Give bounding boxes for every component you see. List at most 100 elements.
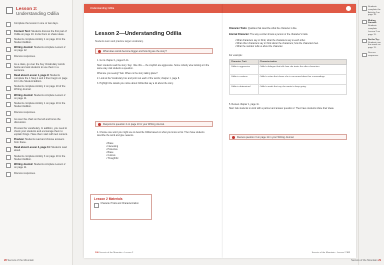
- right-sidebar-footer: Secrets of the Mountain 29: [351, 259, 381, 262]
- checklist-text: Writing Journal: Students complete Lesso…: [14, 94, 68, 100]
- checklist-body: Discuss responses.: [14, 54, 36, 58]
- sidebar-checklist-item[interactable]: Writing Journal: Students complete Lesso…: [6, 94, 68, 100]
- checkbox-icon: [6, 29, 11, 35]
- checklist-body: As a class, go over the Key Vocabulary w…: [14, 62, 65, 72]
- right-checklist-item[interactable]: Writing Journal: Students complete Lesso…: [362, 20, 382, 37]
- checkbox-icon: [6, 110, 11, 116]
- checkbox-icon: [362, 19, 367, 25]
- sidebar-checklist-item[interactable]: Discuss responses.: [6, 55, 68, 61]
- checkbox-icon: [6, 46, 11, 52]
- sidebar-checklist-item[interactable]: Read about Lesson 1, page 9: Students co…: [6, 74, 68, 83]
- bullet-text: What characters say or think; what the c…: [236, 40, 306, 42]
- checkbox-icon: [6, 74, 11, 80]
- checklist-text: Writing Journal: Students complete Lesso…: [368, 20, 382, 37]
- checklist-text: Students complete Activity 1 on page 10 …: [14, 102, 68, 108]
- table-body: Odilia is aggressive Odilia's dialogue th…: [229, 64, 348, 95]
- checklist-body: Students complete the Activity 4 on page…: [368, 6, 381, 17]
- checklist-body: Discuss responses.: [14, 110, 36, 114]
- discussion-callout: What does words become bigger and how bi…: [95, 48, 213, 54]
- teacher-sidebar: Lesson 2: Understanding Odilia Complete …: [0, 0, 73, 265]
- table-row: Odilia is determined Odilia's words that …: [229, 84, 348, 95]
- checklist-text: Read about Lesson 2, page 11: Students r…: [14, 146, 68, 152]
- sidebar-checklist-item[interactable]: Writing Journal: Students complete Lesso…: [6, 46, 68, 52]
- callout-text: Review question 3 on page 11 in your Wri…: [237, 136, 295, 139]
- checklist-text: Writing Journal: Students complete Lesso…: [14, 163, 68, 169]
- checklist-text: Do the Try: Students use the words on pa…: [368, 39, 382, 50]
- sidebar-checklist-item[interactable]: Students complete Activity 3 on page 10 …: [6, 155, 68, 161]
- table-cell: Odilia's words that say she wants to kee…: [257, 84, 348, 95]
- checkbox-icon: [94, 203, 99, 208]
- left-page-banner: Understanding Odilia: [84, 4, 223, 13]
- sidebar-checklist-item[interactable]: Students complete Activity 2 on page 10 …: [6, 85, 68, 91]
- sidebar-checklist-item[interactable]: Students complete Activity 1 on page 10 …: [6, 38, 68, 44]
- right-sidebar-footer-text: Secrets of the Mountain: [351, 259, 378, 262]
- sidebar-checklist-item[interactable]: Connect Text: Students discuss the first…: [6, 30, 68, 36]
- table-row: Odilia is aggressive Odilia's dialogue th…: [229, 64, 348, 75]
- characterization-bullet: • What the narrator tells us about the c…: [235, 46, 284, 49]
- right-sidebar-page-number: 29: [378, 259, 381, 262]
- checklist-body: Discuss responses.: [368, 52, 379, 58]
- checklist-text: Discuss responses.: [14, 111, 36, 116]
- right-footer-text: Secrets of the Mountain • Lesson 2: [311, 252, 346, 254]
- traits-table: Character Trait Characterization Odilia …: [229, 59, 348, 95]
- step-item: 1. Go to chapter 1, pages 8–11.: [97, 60, 130, 62]
- materials-box: Lesson 2 Materials Character Traits and …: [90, 194, 152, 220]
- right-page-number: 101: [346, 252, 350, 254]
- right-page: Character Traits: Qualities that describ…: [223, 4, 356, 258]
- step-5-detail: Start: Ask students to work with a partn…: [229, 108, 335, 110]
- banner-dot-icon: [346, 6, 351, 11]
- checkbox-icon: [362, 38, 367, 44]
- word-text: Interesting: [107, 146, 119, 149]
- checklist-body: Students complete Lesson 2 on page 11.: [368, 25, 380, 36]
- table-cell: Odilia's dialogue that tells how she tre…: [257, 64, 348, 75]
- checklist-text: Writing Journal: Students complete Lesso…: [14, 46, 68, 52]
- right-checklist-item[interactable]: Do the Try: Students use the words on pa…: [362, 39, 382, 50]
- materials-item: Character Traits and Characterization: [94, 203, 148, 208]
- bullet-text: What other characters say or think about…: [236, 43, 319, 46]
- table-cell: Odilia's action that shows she is concer…: [257, 74, 348, 85]
- step-5: 5. Review chapter 1, page 11.: [229, 104, 260, 106]
- checklist-text: Students complete the Activity 4 on page…: [368, 6, 382, 17]
- sidebar-checklist-item[interactable]: Read about Lesson 2, page 11: Students r…: [6, 146, 68, 152]
- table-cell: Odilia is cautious: [229, 74, 259, 85]
- sidebar-checklist-item[interactable]: Students complete Activity 1 on page 10 …: [6, 102, 68, 108]
- right-page-banner: [223, 4, 356, 13]
- checklist-lead: Writing Journal:: [368, 19, 377, 25]
- checklist-text: As a class, go over the Key Vocabulary w…: [14, 63, 68, 72]
- word-bullet-list: • Brave • Interesting • Protective • Brave •…: [106, 143, 118, 162]
- checklist-body: Go over the chart on the left and focus …: [14, 118, 61, 125]
- checklist-body: Students complete Activity 1 on page 10 …: [14, 38, 66, 45]
- checklist-lead: Do the Try:: [368, 38, 380, 41]
- sidebar-checklist-item[interactable]: Preview: Students read and choose answer…: [6, 138, 68, 144]
- checklist-text: Discuss responses.: [14, 55, 36, 60]
- left-page-footer: 100 Secrets of the Mountain • Lesson 2: [95, 252, 133, 254]
- table-row: Odilia is cautious Odilia's action that s…: [229, 74, 348, 85]
- sidebar-checklist: Complete the lesson in one or two days. C…: [6, 22, 68, 179]
- bullet-text: What the narrator tells us about the cha…: [236, 46, 284, 49]
- checkbox-icon: [6, 155, 11, 161]
- checklist-text: Discuss responses.: [368, 52, 382, 58]
- sidebar-checklist-item[interactable]: Go over the chart on the left and focus …: [6, 118, 68, 124]
- sidebar-checklist-item[interactable]: Discuss responses.: [6, 172, 68, 177]
- sidebar-checklist-item[interactable]: Preview the vocabulary. In addition, you…: [6, 127, 68, 136]
- character-traits-definition: Character Traits: Qualities that describ…: [229, 28, 347, 31]
- table-cell: Odilia is determined: [229, 84, 259, 95]
- definition-term: Character Traits:: [229, 28, 248, 30]
- definition-text: Qualities that describe what the charact…: [247, 28, 298, 30]
- sidebar-checklist-item[interactable]: Discuss responses.: [6, 111, 68, 116]
- materials-item-text: Character Traits and Characterization: [100, 203, 139, 205]
- step-item: 2. Look at the Vocabulary box and point …: [97, 78, 180, 81]
- right-checklist-item[interactable]: Discuss responses.: [362, 52, 382, 58]
- materials-title: Lesson 2 Materials: [94, 197, 123, 201]
- right-checklist-item[interactable]: Students complete the Activity 4 on page…: [362, 6, 382, 17]
- step-item: What are you seeing? Ask: Where is the s…: [97, 73, 158, 76]
- checklist-text: Read about Lesson 1, page 9: Students co…: [14, 74, 68, 83]
- checklist-text: Students complete Activity 1 on page 10 …: [14, 38, 68, 44]
- characterization-bullets: • What characters say or think; what the…: [235, 40, 347, 49]
- sidebar-checklist-item[interactable]: As a class, go over the Key Vocabulary w…: [6, 63, 68, 72]
- step-item: 3. Highlight the details you notice abou…: [97, 83, 174, 86]
- journal-icon: [98, 123, 101, 127]
- sidebar-checklist-item[interactable]: Writing Journal: Students complete Lesso…: [6, 163, 68, 169]
- sidebar-header: Lesson 2: Understanding Odilia: [6, 6, 59, 16]
- sidebar-checklist-item[interactable]: Complete the lesson in one or two days.: [6, 22, 68, 28]
